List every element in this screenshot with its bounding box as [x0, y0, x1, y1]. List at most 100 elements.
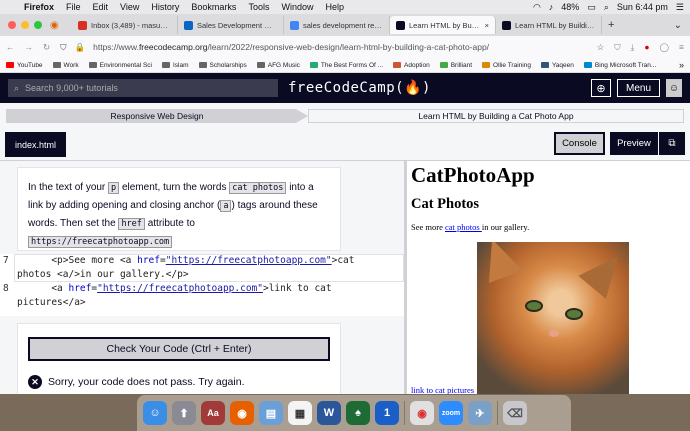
- new-tab-icon[interactable]: +: [608, 19, 614, 31]
- menu-edit[interactable]: Edit: [93, 2, 109, 12]
- bookmark-item[interactable]: Brilliant: [439, 62, 472, 69]
- browser-tab-active[interactable]: Learn HTML by Building a C ×: [390, 16, 496, 34]
- battery-percent[interactable]: 48%: [561, 2, 579, 12]
- error-icon: ✕: [28, 375, 42, 389]
- freecodecamp-icon: [396, 20, 405, 30]
- reload-icon[interactable]: ↻: [43, 42, 50, 53]
- account-icon[interactable]: ◯: [660, 42, 670, 53]
- code-editor[interactable]: 7 <p>See more <a href="https://freecatph…: [0, 254, 404, 316]
- bookmark-item[interactable]: Bing Microsoft Tran...: [583, 62, 656, 69]
- bookmark-item[interactable]: Yaqeen: [540, 62, 574, 69]
- chevron-down-icon[interactable]: ⌄: [674, 20, 682, 31]
- actions-panel: Check Your Code (Ctrl + Enter) ✕ Sorry, …: [17, 323, 341, 394]
- bookmark-item[interactable]: Scholarships: [198, 62, 247, 69]
- menu-history[interactable]: History: [151, 2, 179, 12]
- code-line[interactable]: photos <a/>in our gallery.</p>: [17, 268, 189, 282]
- cat-photos-link[interactable]: cat photos: [445, 222, 482, 232]
- browser-tab-gmail[interactable]: Inbox (3,489) - masud.sam: [72, 16, 178, 34]
- code-line[interactable]: <a href="https://freecatphotoapp.com">li…: [17, 282, 331, 296]
- bookmark-item[interactable]: Adoption: [393, 62, 430, 69]
- globe-icon[interactable]: ⊕: [590, 79, 611, 97]
- url-prefix: https://www.: [93, 42, 139, 52]
- search-icon[interactable]: ⌕: [604, 2, 609, 13]
- editor-pane: In the text of your p element, turn the …: [0, 161, 404, 394]
- url-text: https://www.freecodecamp.org/learn/2022/…: [93, 42, 489, 52]
- bookmark-item[interactable]: The Best Forms Of ...: [309, 62, 383, 69]
- finder-icon[interactable]: ☺: [143, 401, 167, 425]
- menu-view[interactable]: View: [120, 2, 139, 12]
- tab-index-html[interactable]: index.html: [5, 132, 66, 157]
- clock[interactable]: Sun 6:44 pm: [617, 2, 668, 12]
- menu-bookmarks[interactable]: Bookmarks: [191, 2, 236, 12]
- bookmark-label: Islam: [173, 61, 189, 69]
- minimize-window-button[interactable]: [21, 21, 29, 29]
- back-icon[interactable]: ←: [6, 42, 15, 52]
- breadcrumb-project[interactable]: Learn HTML by Building a Cat Photo App: [308, 109, 684, 123]
- code-line[interactable]: pictures</a>: [17, 296, 86, 310]
- menu-help[interactable]: Help: [325, 2, 344, 12]
- browser-tab-fcc-2[interactable]: Learn HTML by Building a C: [496, 16, 602, 34]
- calendar-icon[interactable]: ▦: [288, 401, 312, 425]
- word-icon[interactable]: W: [317, 401, 341, 425]
- lock-icon[interactable]: 🔒: [75, 42, 86, 53]
- bookmark-item[interactable]: YouTube: [6, 62, 43, 69]
- forward-icon[interactable]: →: [25, 42, 34, 52]
- bookmark-item[interactable]: Environmental Sci: [88, 62, 152, 69]
- menu-tools[interactable]: Tools: [248, 2, 269, 12]
- wifi-icon[interactable]: ◠: [533, 2, 541, 13]
- music-note-icon[interactable]: ♪: [549, 2, 554, 12]
- control-center-icon[interactable]: ☰: [676, 2, 684, 13]
- 1password-icon[interactable]: 1: [375, 401, 399, 425]
- tab-title: Learn HTML by Building a C: [515, 20, 595, 30]
- trash-icon[interactable]: ⌫: [503, 401, 527, 425]
- breadcrumb-course[interactable]: Responsive Web Design: [6, 109, 308, 123]
- instruction-text: attribute to: [147, 218, 195, 229]
- download-icon[interactable]: ⤓: [631, 42, 635, 53]
- menu-file[interactable]: File: [66, 2, 81, 12]
- close-tab-icon[interactable]: ×: [485, 21, 489, 30]
- bookmark-item[interactable]: Work: [52, 61, 79, 69]
- photos-icon[interactable]: ✈: [468, 401, 492, 425]
- code-token: href: [68, 283, 92, 294]
- inline-code: https://freecatphotoapp.com: [28, 236, 173, 248]
- bookmark-label: Work: [63, 61, 79, 69]
- extension-icon[interactable]: ●: [644, 42, 649, 52]
- bookmark-item[interactable]: Islam: [162, 62, 189, 69]
- cat-pictures-link[interactable]: link to cat pictures: [411, 385, 474, 394]
- zoom-icon[interactable]: zoom: [439, 401, 463, 425]
- dictionary-icon[interactable]: Aa: [201, 401, 225, 425]
- fcc-navbar: ⌕ Search 9,000+ tutorials freeCodeCamp(🔥…: [0, 73, 690, 103]
- code-line[interactable]: <p>See more <a href="https://freecatphot…: [17, 254, 354, 268]
- zoom-window-button[interactable]: [34, 21, 42, 29]
- close-window-button[interactable]: [8, 21, 16, 29]
- menu-app-name[interactable]: Firefox: [24, 2, 54, 12]
- shield-icon[interactable]: ⛉: [60, 42, 66, 53]
- browser-tab-linkedin[interactable]: Sales Development Rep Job: [178, 16, 284, 34]
- preview-button[interactable]: Preview: [610, 132, 658, 155]
- search-input[interactable]: ⌕ Search 9,000+ tutorials: [8, 79, 278, 97]
- solitaire-icon[interactable]: ♠: [346, 401, 370, 425]
- paragraph-text: See more: [411, 222, 445, 232]
- cat-eye: [525, 300, 543, 312]
- pocket-icon[interactable]: ⛉: [614, 42, 620, 53]
- address-bar[interactable]: ⛉ 🔒 https://www.freecodecamp.org/learn/2…: [60, 39, 604, 55]
- bookmark-item[interactable]: AFG Music: [256, 62, 300, 69]
- avatar[interactable]: ☺: [666, 79, 682, 97]
- bookmark-item[interactable]: Ollie Training: [482, 62, 531, 69]
- firefox-icon[interactable]: ◉: [230, 401, 254, 425]
- firefox-view-icon[interactable]: ◉: [50, 20, 72, 31]
- fcc-logo[interactable]: freeCodeCamp(🔥): [288, 80, 431, 96]
- popout-preview-icon[interactable]: ⧉: [659, 132, 685, 155]
- browser-tab-google[interactable]: sales development represe: [284, 16, 390, 34]
- launchpad-icon[interactable]: ⬆: [172, 401, 196, 425]
- console-button[interactable]: Console: [554, 132, 605, 155]
- preview-app-icon[interactable]: ▤: [259, 401, 283, 425]
- more-bookmarks-icon[interactable]: »: [679, 60, 684, 70]
- menu-window[interactable]: Window: [281, 2, 313, 12]
- check-code-button[interactable]: Check Your Code (Ctrl + Enter): [28, 337, 330, 361]
- overflow-menu-icon[interactable]: ≡: [679, 42, 684, 52]
- chrome-icon[interactable]: ◉: [410, 401, 434, 425]
- menu-button[interactable]: Menu: [616, 79, 660, 97]
- youtube-icon: [6, 62, 14, 68]
- bookmark-star-icon[interactable]: ☆: [597, 42, 605, 53]
